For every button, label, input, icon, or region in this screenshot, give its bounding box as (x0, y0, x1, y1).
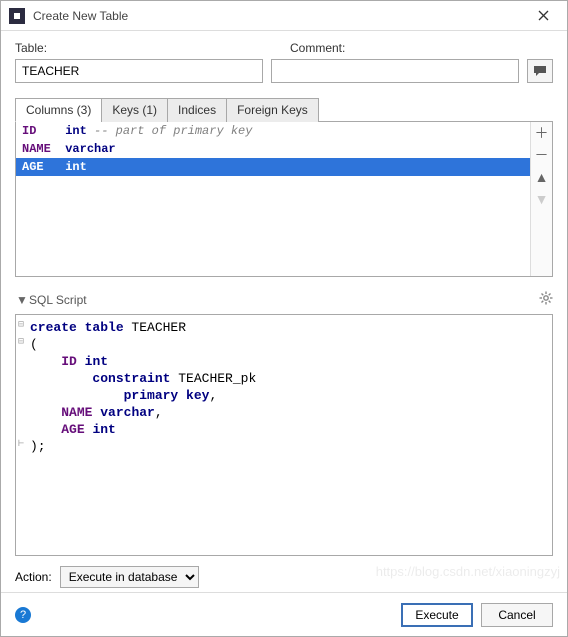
column-row[interactable]: AGE int (16, 158, 530, 176)
column-row[interactable]: ID int -- part of primary key (16, 122, 530, 140)
comment-icon (533, 65, 547, 77)
columns-grid: ID int -- part of primary keyNAME varcha… (15, 122, 553, 277)
move-up-button[interactable]: ▲ (531, 166, 553, 188)
tabs-container: Columns (3)Keys (1)IndicesForeign Keys I… (15, 97, 553, 277)
sql-script-editor[interactable]: create table TEACHER⊟(⊟ ID int constrain… (15, 314, 553, 556)
dialog-window: Create New Table Table: Comment: Columns… (0, 0, 568, 637)
footer: ? Execute Cancel (1, 592, 567, 636)
window-title: Create New Table (33, 9, 527, 23)
gear-icon (539, 291, 553, 305)
table-name-input[interactable] (15, 59, 263, 83)
sql-script-label: SQL Script (29, 293, 539, 307)
fold-gutter[interactable]: ⊢ (16, 438, 26, 450)
grid-toolbar: ＋ － ▲ ▼ (530, 122, 552, 276)
tab-3[interactable]: Foreign Keys (226, 98, 319, 122)
action-label: Action: (15, 570, 52, 584)
table-label: Table: (15, 41, 47, 55)
cancel-button[interactable]: Cancel (481, 603, 553, 627)
close-button[interactable] (527, 1, 559, 31)
comment-input[interactable] (271, 59, 519, 83)
remove-column-button[interactable]: － (531, 144, 553, 166)
fold-gutter[interactable]: ⊟ (16, 319, 26, 331)
field-inputs-row (15, 59, 553, 83)
collapse-icon: ▼ (15, 293, 29, 307)
tab-2[interactable]: Indices (167, 98, 227, 122)
action-select[interactable]: Execute in database (60, 566, 199, 588)
action-row: Action: Execute in database (1, 556, 567, 592)
tab-1[interactable]: Keys (1) (101, 98, 168, 122)
field-labels-row: Table: Comment: (15, 41, 553, 55)
tab-0[interactable]: Columns (3) (15, 98, 102, 122)
app-icon (9, 8, 25, 24)
comment-label: Comment: (290, 41, 345, 55)
script-settings-button[interactable] (539, 291, 553, 308)
close-icon (538, 10, 549, 21)
comment-expand-button[interactable] (527, 59, 553, 83)
add-column-button[interactable]: ＋ (531, 122, 553, 144)
execute-button[interactable]: Execute (401, 603, 473, 627)
tab-bar: Columns (3)Keys (1)IndicesForeign Keys (15, 97, 553, 122)
help-button[interactable]: ? (15, 607, 31, 623)
titlebar: Create New Table (1, 1, 567, 31)
columns-list[interactable]: ID int -- part of primary keyNAME varcha… (16, 122, 530, 276)
column-row[interactable]: NAME varchar (16, 140, 530, 158)
move-down-button: ▼ (531, 188, 553, 210)
sql-script-header[interactable]: ▼ SQL Script (15, 291, 553, 308)
fold-gutter[interactable]: ⊟ (16, 336, 26, 348)
content-area: Table: Comment: Columns (3)Keys (1)Indic… (1, 31, 567, 556)
